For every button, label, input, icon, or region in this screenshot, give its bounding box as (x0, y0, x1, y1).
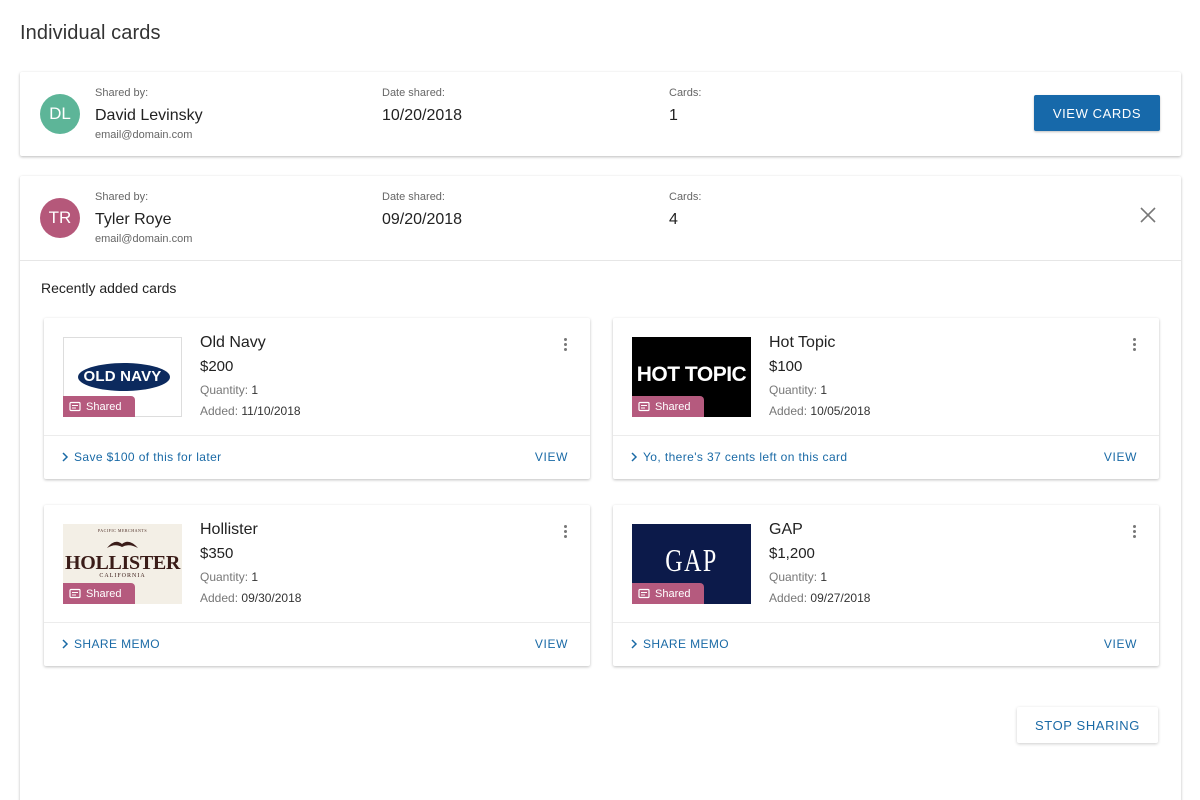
more-menu-icon[interactable] (1129, 525, 1139, 541)
card-quantity: Quantity: 1 (200, 570, 259, 584)
card-image: GAP Shared (632, 524, 751, 604)
card-quantity: Quantity: 1 (769, 570, 828, 584)
shared-badge: Shared (63, 396, 135, 417)
chevron-right-icon (62, 452, 69, 462)
share-card-david: DL Shared by: David Levinsky email@domai… (20, 72, 1181, 156)
badge-label: Shared (655, 587, 691, 600)
shared-icon (69, 588, 81, 598)
card-image: PACIFIC MERCHANTS HOLLISTER CALIFORNIA S… (63, 524, 182, 604)
logo-top-text: PACIFIC MERCHANTS (97, 528, 148, 533)
recent-cards-title: Recently added cards (41, 280, 177, 296)
view-button[interactable]: VIEW (1104, 637, 1137, 651)
date-label: Date shared: (382, 191, 445, 203)
card-added: Added: 10/05/2018 (769, 404, 871, 418)
shared-icon (69, 401, 81, 411)
cards-column: Cards: 4 (669, 191, 701, 229)
sharer-email: email@domain.com (95, 233, 193, 245)
view-button[interactable]: VIEW (1104, 450, 1137, 464)
stop-sharing-button[interactable]: STOP SHARING (1017, 707, 1158, 743)
logo-bottom-text: CALIFORNIA (99, 573, 146, 579)
sharer-email: email@domain.com (95, 129, 193, 141)
shared-by-column: Shared by: Tyler Roye email@domain.com (95, 191, 192, 246)
more-menu-icon[interactable] (1129, 338, 1139, 354)
card-amount: $1,200 (769, 545, 815, 562)
card-brand: Old Navy (200, 334, 266, 351)
chevron-right-icon (62, 639, 69, 649)
shared-icon (638, 588, 650, 598)
view-cards-button[interactable]: VIEW CARDS (1034, 95, 1160, 131)
date-column: Date shared: 10/20/2018 (382, 87, 462, 125)
badge-label: Shared (86, 587, 122, 600)
card-quantity: Quantity: 1 (769, 383, 828, 397)
card-footer: Yo, there's 37 cents left on this card V… (613, 435, 1159, 479)
avatar: TR (40, 198, 80, 238)
card-image: OLD NAVY Shared (63, 337, 182, 417)
chevron-right-icon (631, 452, 638, 462)
memo-link[interactable]: Save $100 of this for later (61, 450, 222, 464)
divider (20, 260, 1181, 261)
view-button[interactable]: VIEW (535, 450, 568, 464)
cards-label: Cards: (669, 191, 702, 203)
date-value: 10/20/2018 (382, 107, 463, 124)
card-added: Added: 11/10/2018 (200, 404, 301, 418)
view-button[interactable]: VIEW (535, 637, 568, 651)
card-added: Added: 09/27/2018 (769, 591, 871, 605)
gift-card-old-navy: OLD NAVY Shared Old Navy $200 Quantity: … (44, 318, 590, 479)
shared-by-column: Shared by: David Levinsky email@domain.c… (95, 87, 203, 142)
page-title: Individual cards (20, 22, 161, 44)
shared-by-label: Shared by: (95, 87, 149, 99)
card-amount: $100 (769, 358, 803, 375)
badge-label: Shared (655, 400, 691, 413)
card-footer: SHARE MEMO VIEW (613, 622, 1159, 666)
cards-column: Cards: 1 (669, 87, 701, 125)
shared-badge: Shared (63, 583, 135, 604)
card-footer: Save $100 of this for later VIEW (44, 435, 590, 479)
shared-badge: Shared (632, 396, 704, 417)
date-column: Date shared: 09/20/2018 (382, 191, 462, 229)
gift-card-hot-topic: HOT TOPIC Shared Hot Topic $100 Quantity… (613, 318, 1159, 479)
logo-text: OLD NAVY (83, 368, 162, 385)
cards-count: 1 (669, 107, 678, 124)
more-menu-icon[interactable] (560, 338, 570, 354)
date-label: Date shared: (382, 87, 445, 99)
more-menu-icon[interactable] (560, 525, 570, 541)
card-brand: Hollister (200, 521, 258, 538)
card-brand: Hot Topic (769, 334, 836, 351)
sharer-name: Tyler Roye (95, 211, 172, 228)
card-footer: SHARE MEMO VIEW (44, 622, 590, 666)
share-header: TR Shared by: Tyler Roye email@domain.co… (20, 176, 1181, 260)
card-amount: $200 (200, 358, 234, 375)
share-card-tyler: TR Shared by: Tyler Roye email@domain.co… (20, 176, 1181, 800)
shared-badge: Shared (632, 583, 704, 604)
cards-label: Cards: (669, 87, 702, 99)
cards-count: 4 (669, 211, 678, 228)
shared-icon (638, 401, 650, 411)
card-image: HOT TOPIC Shared (632, 337, 751, 417)
logo-text: HOLLISTER (64, 552, 181, 574)
share-header: DL Shared by: David Levinsky email@domai… (20, 72, 1181, 156)
badge-label: Shared (86, 400, 122, 413)
gift-card-gap: GAP Shared GAP $1,200 Quantity: 1 Added:… (613, 505, 1159, 666)
gift-card-hollister: PACIFIC MERCHANTS HOLLISTER CALIFORNIA S… (44, 505, 590, 666)
date-value: 09/20/2018 (382, 211, 463, 228)
share-memo-link[interactable]: SHARE MEMO (630, 637, 729, 651)
share-memo-link[interactable]: SHARE MEMO (61, 637, 160, 651)
logo-text: HOT TOPIC (636, 363, 747, 386)
card-amount: $350 (200, 545, 234, 562)
chevron-right-icon (631, 639, 638, 649)
sharer-name: David Levinsky (95, 107, 203, 124)
card-brand: GAP (769, 521, 803, 538)
memo-link[interactable]: Yo, there's 37 cents left on this card (630, 450, 848, 464)
logo-text: GAP (665, 542, 718, 578)
seagull-icon (107, 541, 138, 548)
card-added: Added: 09/30/2018 (200, 591, 302, 605)
close-icon[interactable] (1139, 206, 1157, 224)
shared-by-label: Shared by: (95, 191, 149, 203)
avatar: DL (40, 94, 80, 134)
card-quantity: Quantity: 1 (200, 383, 259, 397)
